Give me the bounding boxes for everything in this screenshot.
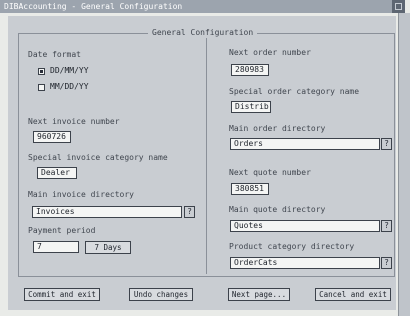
vertical-scrollbar[interactable] xyxy=(398,13,410,316)
payment-period-label: Payment period xyxy=(28,226,96,235)
main-invoice-directory-field[interactable]: Invoices xyxy=(32,206,182,218)
product-category-directory-label: Product category directory xyxy=(229,242,355,251)
commit-and-exit-button[interactable]: Commit and exit xyxy=(24,288,100,301)
group-title: General Configuration xyxy=(148,28,258,38)
payment-period-unit-label: Days xyxy=(103,243,122,252)
next-quote-number-label: Next quote number xyxy=(229,168,311,177)
product-category-directory-field[interactable]: OrderCats xyxy=(230,257,380,269)
undo-changes-button[interactable]: Undo changes xyxy=(129,288,193,301)
window-title: DIBAccounting - General Configuration xyxy=(0,0,392,13)
main-quote-directory-field[interactable]: Quotes xyxy=(230,220,380,232)
payment-period-unit-button[interactable]: 7 Days xyxy=(85,241,131,254)
date-format-label: Date format xyxy=(28,50,81,59)
next-page-button[interactable]: Next page... xyxy=(228,288,290,301)
main-quote-directory-label: Main quote directory xyxy=(229,205,326,214)
main-order-directory-menu-button[interactable]: ? xyxy=(381,138,392,150)
payment-period-field[interactable]: 7 xyxy=(33,241,79,253)
main-quote-directory-menu-button[interactable]: ? xyxy=(381,220,392,232)
date-format-ddmmyy-radio[interactable] xyxy=(38,68,45,75)
main-invoice-directory-label: Main invoice directory xyxy=(28,190,134,199)
next-invoice-number-field[interactable]: 960726 xyxy=(33,131,71,143)
next-quote-number-field[interactable]: 380851 xyxy=(231,183,269,195)
special-order-category-field[interactable]: Distrib xyxy=(231,101,271,113)
date-format-mmddyy-label[interactable]: MM/DD/YY xyxy=(50,82,89,92)
special-order-category-label: Special order category name xyxy=(229,87,360,96)
cancel-and-exit-button[interactable]: Cancel and exit xyxy=(315,288,391,301)
special-invoice-category-label: Special invoice category name xyxy=(28,153,168,162)
main-order-directory-label: Main order directory xyxy=(229,124,326,133)
date-format-mmddyy-radio[interactable] xyxy=(38,84,45,91)
payment-period-unit-value: 7 xyxy=(94,243,99,252)
next-invoice-number-label: Next invoice number xyxy=(28,117,120,126)
column-divider xyxy=(206,38,207,274)
special-invoice-category-field[interactable]: Dealer xyxy=(37,167,77,179)
main-invoice-directory-menu-button[interactable]: ? xyxy=(184,206,195,218)
next-order-number-label: Next order number xyxy=(229,48,311,57)
next-order-number-field[interactable]: 280983 xyxy=(231,64,269,76)
product-category-directory-menu-button[interactable]: ? xyxy=(381,257,392,269)
window-toggle-size-icon[interactable] xyxy=(392,0,405,13)
date-format-ddmmyy-label[interactable]: DD/MM/YY xyxy=(50,66,89,76)
main-order-directory-field[interactable]: Orders xyxy=(230,138,380,150)
